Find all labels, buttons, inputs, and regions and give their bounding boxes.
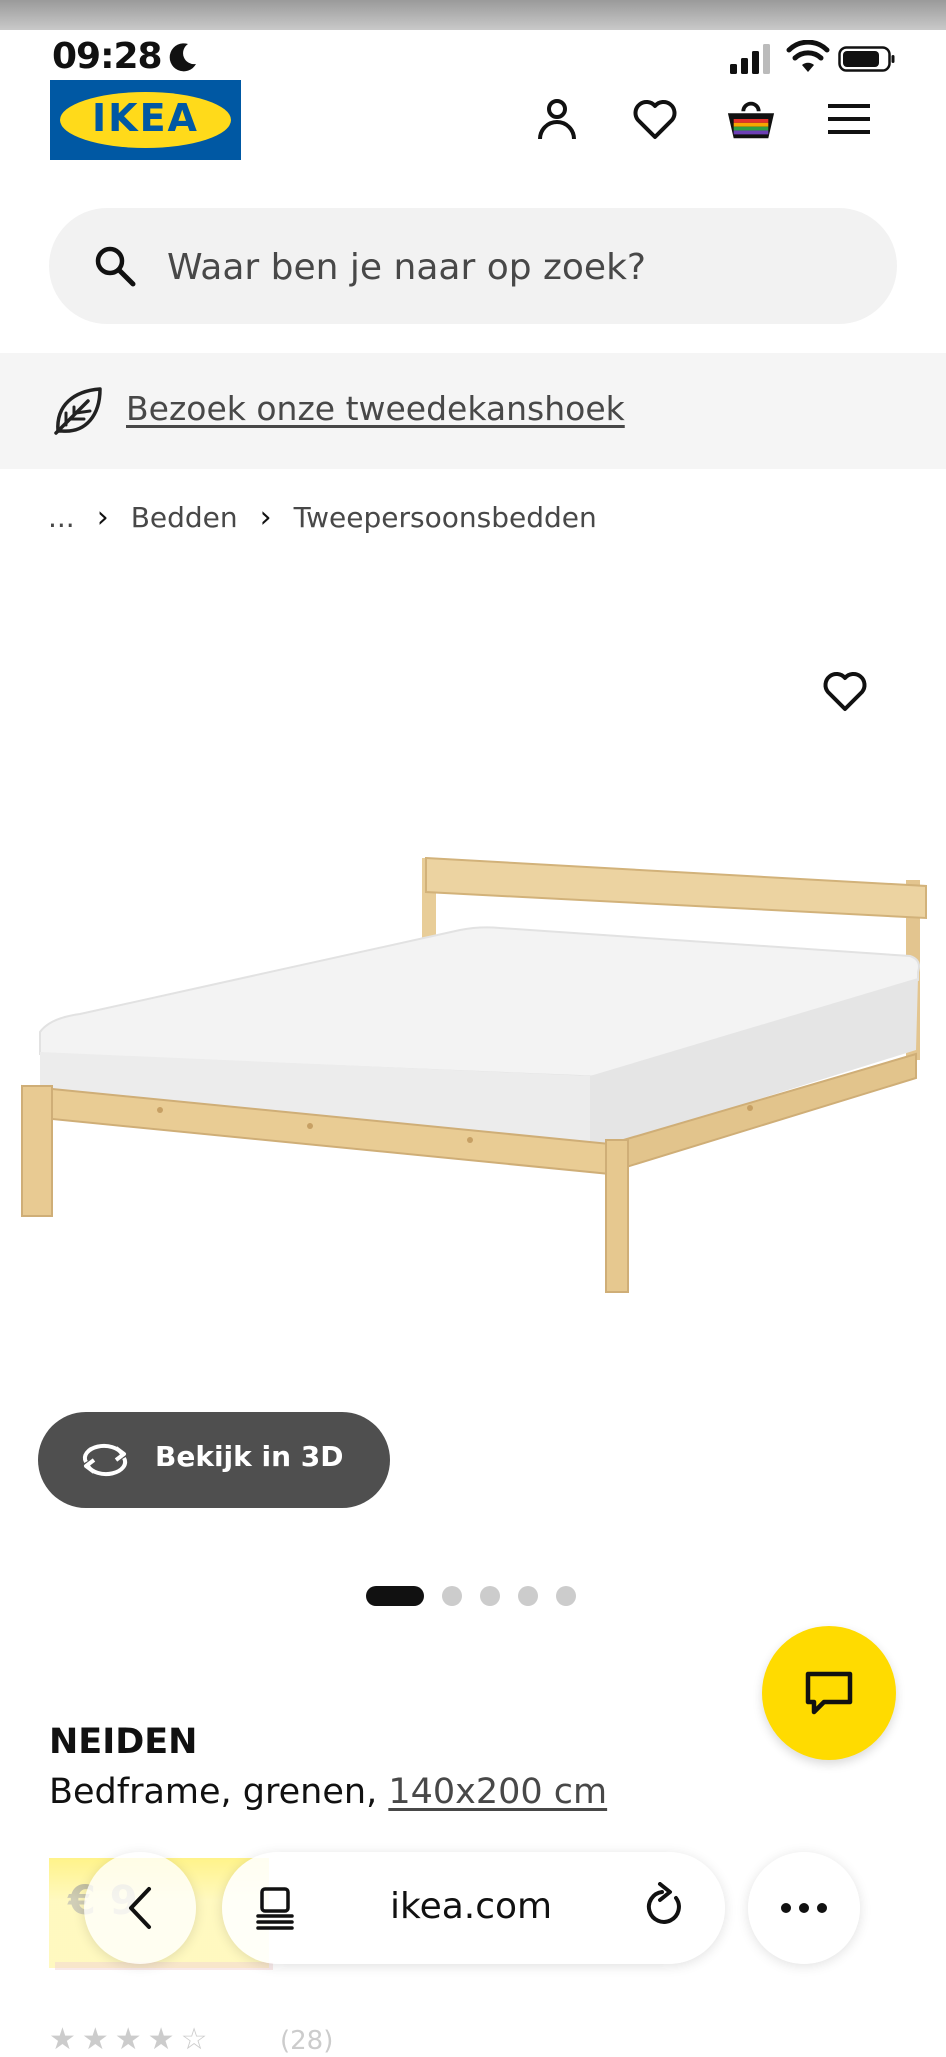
status-time: 09:28: [52, 36, 163, 77]
product-name: NEIDEN: [49, 1722, 198, 1762]
logo-text: IKEA: [92, 96, 199, 140]
chevron-right-icon: ›: [259, 500, 272, 535]
second-chance-link[interactable]: Bezoek onze tweedekanshoek: [126, 389, 625, 428]
do-not-disturb-moon-icon: [169, 43, 196, 72]
wishlist-button[interactable]: [630, 94, 680, 144]
product-description: Bedframe, grenen, 140x200 cm: [49, 1772, 607, 1812]
ikea-logo[interactable]: IKEA: [50, 80, 241, 160]
shopping-basket-icon: [727, 101, 775, 139]
breadcrumb-ellipsis[interactable]: ...: [48, 501, 75, 534]
heart-icon: [633, 100, 677, 139]
search-input[interactable]: [165, 208, 869, 326]
browser-back-button[interactable]: [84, 1852, 196, 1964]
cellular-signal-icon: [730, 44, 770, 74]
hamburger-menu-icon: [828, 104, 870, 134]
wifi-icon: [786, 40, 830, 72]
browser-url[interactable]: ikea.com: [390, 1886, 552, 1927]
carousel-dot[interactable]: [442, 1586, 462, 1606]
breadcrumb: ... › Bedden › Tweepersoonsbedden: [48, 500, 597, 535]
carousel-dot-active[interactable]: [366, 1586, 424, 1606]
carousel-dot[interactable]: [556, 1586, 576, 1606]
breadcrumb-item-tweepersoonsbedden[interactable]: Tweepersoonsbedden: [294, 501, 597, 534]
rotate-3d-icon: [82, 1443, 128, 1477]
breadcrumb-item-bedden[interactable]: Bedden: [131, 501, 238, 534]
browser-more-button[interactable]: [748, 1852, 860, 1964]
browser-address-bar[interactable]: ikea.com: [222, 1852, 725, 1964]
chevron-left-icon: [129, 1887, 151, 1929]
rating-stars[interactable]: ★★★★☆: [49, 2022, 213, 2057]
image-carousel-indicator: [366, 1586, 576, 1606]
product-image-bed[interactable]: [10, 840, 940, 1310]
chevron-right-icon: ›: [96, 500, 109, 535]
view-in-3d-button[interactable]: Bekijk in 3D: [38, 1412, 390, 1508]
user-icon: [538, 99, 576, 140]
carousel-dot[interactable]: [518, 1586, 538, 1606]
carousel-dot[interactable]: [480, 1586, 500, 1606]
heart-icon: [823, 672, 867, 711]
chat-button[interactable]: [762, 1626, 896, 1760]
second-chance-banner[interactable]: Bezoek onze tweedekanshoek: [0, 353, 946, 469]
tabs-overview-icon: [256, 1887, 294, 1930]
more-dots-icon: [781, 1903, 827, 1913]
shopping-bag-button[interactable]: [726, 94, 776, 144]
menu-button[interactable]: [824, 94, 874, 144]
system-top-strip: [0, 0, 946, 30]
search-bar[interactable]: [49, 208, 897, 326]
product-description-text: Bedframe, grenen,: [49, 1772, 389, 1812]
battery-icon: [838, 46, 895, 72]
size-link[interactable]: 140x200 cm: [388, 1772, 607, 1812]
review-count[interactable]: (28): [280, 2026, 333, 2056]
reload-icon[interactable]: [642, 1882, 686, 1930]
view-in-3d-label: Bekijk in 3D: [155, 1440, 344, 1473]
account-button[interactable]: [532, 94, 582, 144]
chat-bubble-icon: [805, 1671, 853, 1715]
add-to-wishlist-button[interactable]: [822, 670, 868, 716]
search-icon: [95, 246, 136, 287]
leaf-icon: [54, 387, 102, 435]
